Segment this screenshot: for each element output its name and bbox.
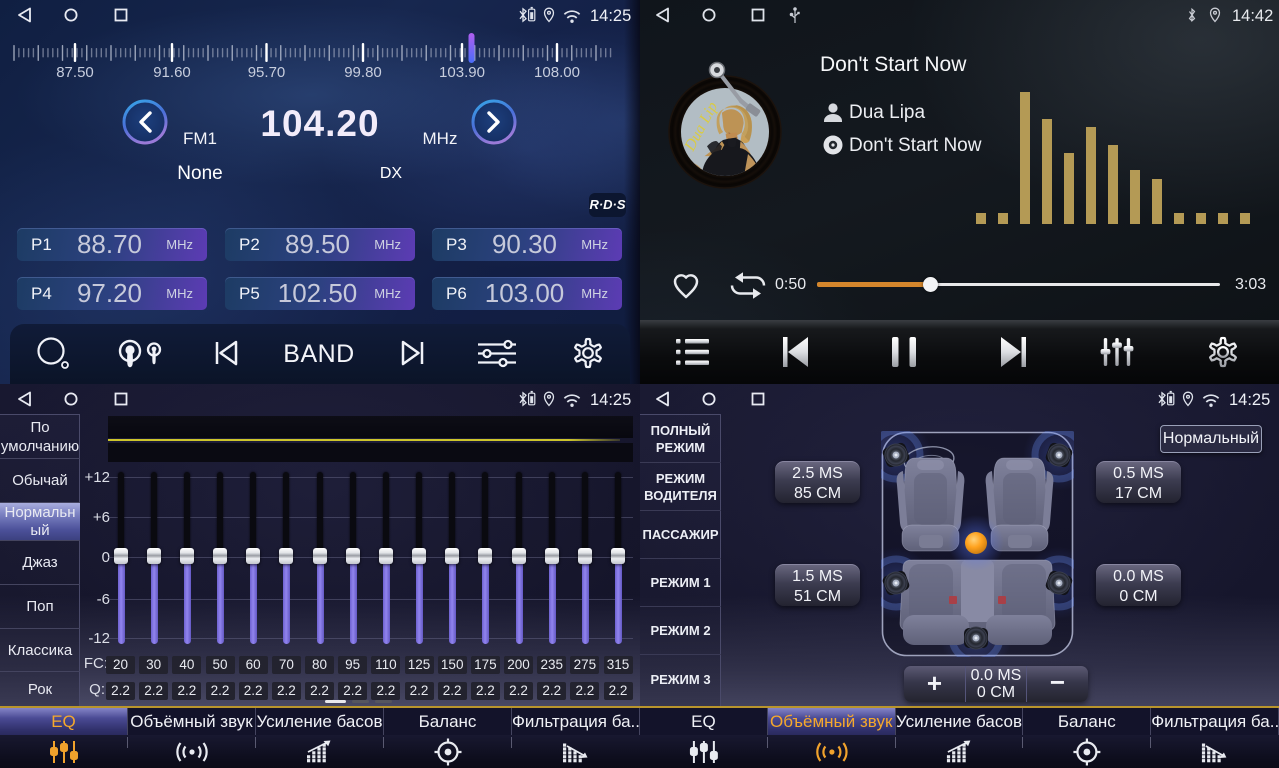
svg-text:103.90: 103.90 <box>439 64 485 81</box>
svg-text:95.70: 95.70 <box>248 64 286 81</box>
svg-text:BAND: BAND <box>283 340 354 368</box>
svg-text:91.60: 91.60 <box>153 64 191 81</box>
svg-text:14:25: 14:25 <box>590 7 631 25</box>
svg-text:87.50: 87.50 <box>56 64 94 81</box>
svg-text:99.80: 99.80 <box>344 64 382 81</box>
svg-text:14:25: 14:25 <box>590 391 631 409</box>
svg-text:108.00: 108.00 <box>534 64 580 81</box>
